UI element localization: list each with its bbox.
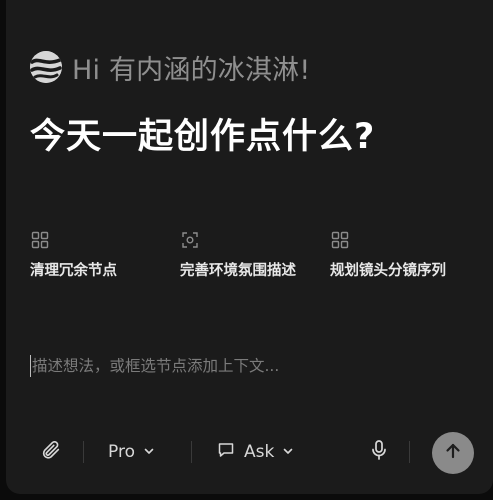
suggestion-plan-shots[interactable]: 规划镜头分镜序列 (330, 230, 480, 282)
suggestion-label: 规划镜头分镜序列 (330, 263, 446, 279)
brand-logo-icon (30, 51, 62, 83)
prompt-input-area[interactable] (30, 350, 470, 382)
chevron-down-icon (282, 442, 294, 462)
mode-label: Ask (244, 442, 275, 462)
suggestion-list: 清理冗余节点 完善环境氛围描述 规划镜头分镜序列 (30, 230, 480, 282)
grid-icon (30, 230, 50, 250)
suggestion-label: 清理冗余节点 (30, 263, 117, 279)
text-caret (30, 355, 31, 377)
chevron-down-icon (143, 442, 155, 462)
grid-icon (330, 230, 350, 250)
mode-select[interactable]: Ask (217, 430, 294, 474)
prompt-input[interactable] (32, 351, 470, 381)
model-select[interactable]: Pro (108, 430, 155, 474)
arrow-up-icon (443, 441, 463, 465)
microphone-button[interactable] (369, 430, 389, 474)
suggestion-label: 完善环境氛围描述 (180, 263, 296, 279)
toolbar-divider (83, 441, 84, 463)
toolbar-divider (409, 441, 410, 463)
suggestion-clean-nodes[interactable]: 清理冗余节点 (30, 230, 180, 282)
paperclip-icon (40, 439, 62, 466)
page-title: 今天一起创作点什么? (30, 117, 376, 157)
send-button[interactable] (432, 432, 474, 474)
toolbar-divider (191, 441, 192, 463)
greeting-row: Hi 有内涵的冰淇淋! (30, 48, 310, 86)
chat-bubble-icon (217, 441, 235, 464)
focus-frame-icon (180, 230, 200, 250)
attach-button[interactable] (40, 430, 62, 474)
greeting-text: Hi 有内涵的冰淇淋! (72, 54, 311, 86)
suggestion-improve-atmosphere[interactable]: 完善环境氛围描述 (180, 230, 330, 282)
composer-toolbar: Pro Ask (6, 430, 493, 474)
microphone-icon (369, 439, 389, 466)
model-label: Pro (108, 442, 135, 462)
chat-panel: Hi 有内涵的冰淇淋! 今天一起创作点什么? 清理冗余节点 完善环境氛围描述 规… (6, 0, 493, 494)
